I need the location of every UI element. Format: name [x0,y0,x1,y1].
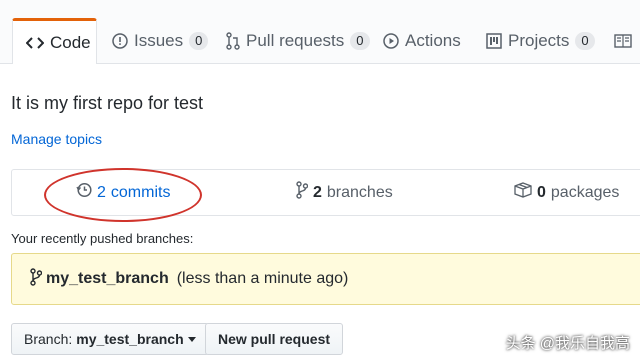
tab-code[interactable]: Code [12,18,97,64]
tab-pull-requests[interactable]: Pull requests 0 [226,18,370,63]
recent-branch-name[interactable]: my_test_branch [46,270,169,288]
issue-icon [112,32,128,49]
book-icon [614,33,632,48]
commits-label: commits [110,183,171,201]
tab-label: Pull requests [246,30,345,50]
tab-label: Projects [508,30,570,50]
tab-wiki-partial[interactable] [614,18,632,63]
tab-label: Actions [405,30,461,50]
tab-actions[interactable]: Actions [383,18,461,63]
issues-counter: 0 [189,31,209,50]
pull-requests-counter: 0 [350,31,370,50]
commits-link[interactable]: 2 commits [76,170,170,215]
code-icon [26,36,44,50]
recent-branch-time: (less than a minute ago) [176,270,349,287]
repo-summary: 2 commits 2 branches 0 packages [11,169,640,216]
packages-link[interactable]: 0 packages [514,170,619,215]
packages-label: packages [550,183,620,201]
branch-icon [30,267,43,291]
branches-link[interactable]: 2 branches [296,170,393,215]
branch-select-value: my_test_branch [76,331,184,347]
history-icon [76,182,92,203]
commits-count: 2 [97,183,106,201]
caret-down-icon [187,336,196,342]
projects-counter: 0 [575,31,595,50]
watermark: 头条 @我乐自我高 [505,335,630,352]
recent-branch-banner: my_test_branch (less than a minute ago) [11,253,640,305]
branches-label: branches [326,183,393,201]
branch-select-prefix: Branch: [24,331,73,347]
new-pull-request-button[interactable]: New pull request [205,323,344,355]
tab-label: Code [50,32,91,52]
branches-count: 2 [313,183,322,201]
branch-select-button[interactable]: Branch: my_test_branch [11,323,209,355]
tab-issues[interactable]: Issues 0 [112,18,209,63]
recent-branches-heading: Your recently pushed branches: [11,231,194,246]
pull-request-icon [226,31,240,50]
branch-icon [296,181,309,204]
packages-count: 0 [537,183,546,201]
tab-label: Issues [134,30,184,50]
repo-nav: Code Issues 0 Pull requests 0 Actions Pr… [0,0,640,64]
play-icon [383,32,399,49]
tab-projects[interactable]: Projects 0 [486,18,595,63]
package-icon [514,182,532,203]
manage-topics-link[interactable]: Manage topics [11,131,102,147]
project-icon [486,32,502,49]
repo-description: It is my first repo for test [11,93,204,113]
